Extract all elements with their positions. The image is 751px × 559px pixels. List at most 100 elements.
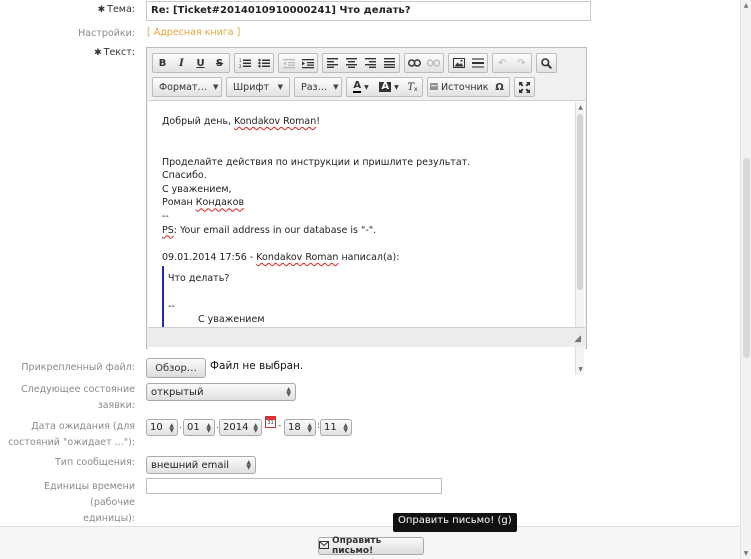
quote-regards-line: С уважением	[198, 314, 265, 326]
text-style-group: B I U S	[152, 53, 230, 73]
select-arrows-icon: ▲ ▼	[169, 421, 174, 434]
hour-select[interactable]: 18 ▲ ▼	[284, 419, 316, 436]
format-combo[interactable]: Формат… ▼	[152, 77, 222, 97]
list-group: 12	[234, 53, 274, 73]
chevron-down-icon: ▼	[277, 83, 283, 91]
color-group: A ▼ A ▼ Tx	[346, 77, 423, 97]
no-file-text: Файл не выбран.	[210, 360, 304, 372]
minute-select[interactable]: 11 ▲ ▼	[320, 419, 352, 436]
page-scroll-thumb[interactable]	[743, 158, 750, 358]
required-star-icon: ✱	[94, 48, 102, 58]
scroll-down-icon[interactable]: ▼	[741, 550, 751, 557]
signature-dash-line: --	[162, 210, 169, 222]
align-center-icon[interactable]	[342, 54, 361, 72]
greeting-line: Добрый день, Kondakov Roman!	[162, 116, 321, 127]
select-arrows-icon: ▲ ▼	[343, 421, 348, 434]
outdent-icon[interactable]	[279, 54, 298, 72]
source-button-label: Источник	[441, 81, 489, 93]
next-state-select[interactable]: открытый ▲ ▼	[146, 383, 296, 401]
chevron-down-icon: ▼	[213, 83, 219, 91]
search-icon[interactable]	[537, 54, 556, 72]
horizontal-line-icon[interactable]	[468, 54, 487, 72]
size-combo[interactable]: Раз… ▼	[294, 77, 342, 97]
align-justify-icon[interactable]	[380, 54, 399, 72]
svg-text:2: 2	[239, 64, 242, 69]
message-type-select[interactable]: внешний email ▲ ▼	[146, 456, 256, 474]
pending-date-label: Дата ожидания (для состояний "ожидает ...…	[8, 421, 135, 448]
address-book-link[interactable]: [ Адресная книга ]	[147, 27, 240, 38]
editor-scroll-thumb[interactable]	[577, 114, 583, 290]
month-value: 01	[187, 422, 200, 433]
bold-icon[interactable]: B	[153, 54, 172, 72]
scroll-up-icon[interactable]: ▲	[741, 2, 751, 9]
next-state-label: Следующее состояние заявки:	[21, 384, 135, 411]
message-type-label: Тип сообщения:	[54, 457, 135, 468]
hour-value: 18	[288, 422, 301, 433]
maximize-group	[514, 77, 535, 97]
background-color-icon[interactable]: A ▼	[375, 78, 403, 96]
toolbar-row-1: B I U S 12 ↶ ↷	[152, 53, 557, 73]
month-select[interactable]: 01 ▲ ▼	[183, 419, 215, 436]
numbered-list-icon[interactable]: 12	[235, 54, 254, 72]
day-value: 10	[150, 422, 163, 433]
time-units-label: Единицы времени (рабочие единицы):	[44, 481, 135, 524]
instructions-line: Проделайте действия по инструкции и приш…	[162, 156, 471, 168]
special-char-icon[interactable]: Ω	[490, 78, 509, 96]
bulleted-list-icon[interactable]	[254, 54, 273, 72]
font-combo-label: Шрифт	[233, 81, 270, 93]
font-combo[interactable]: Шрифт ▼	[226, 77, 290, 97]
strikethrough-icon[interactable]: S	[210, 54, 229, 72]
source-button[interactable]: ▤ Источник	[428, 78, 490, 96]
redo-icon[interactable]: ↷	[512, 54, 531, 72]
tools-group: ▤ Источник Ω	[427, 77, 510, 97]
history-group: ↶ ↷	[492, 53, 532, 73]
align-right-icon[interactable]	[361, 54, 380, 72]
browse-button[interactable]: Обзор…	[146, 358, 206, 378]
underline-icon[interactable]: U	[191, 54, 210, 72]
attachment-label: Прикрепленный файл:	[21, 362, 135, 373]
year-value: 2014	[223, 422, 249, 433]
year-select[interactable]: 2014 ▲ ▼	[219, 419, 262, 436]
italic-icon[interactable]: I	[172, 54, 191, 72]
subject-input[interactable]: Re: [Ticket#2014010910000241] Что делать…	[146, 1, 591, 21]
date-time-separator: -	[278, 421, 282, 431]
editor-status-bar: ◢	[148, 327, 585, 347]
time-units-input[interactable]	[146, 478, 442, 494]
signature-name-line: Роман Кондаков	[162, 197, 245, 209]
text-label: ✱ Текст:	[94, 47, 135, 58]
indent-group	[278, 53, 318, 73]
select-arrows-icon: ▲ ▼	[246, 459, 251, 471]
select-arrows-icon: ▲ ▼	[307, 421, 312, 434]
remove-format-icon[interactable]: Tx	[403, 78, 422, 96]
day-select[interactable]: 10 ▲ ▼	[146, 419, 178, 436]
link-icon[interactable]	[405, 54, 424, 72]
minute-value: 11	[324, 422, 337, 433]
link-group	[404, 53, 444, 73]
required-star-icon: ✱	[97, 5, 106, 15]
unlink-icon[interactable]	[424, 54, 443, 72]
quote-dash-line: --	[168, 300, 175, 312]
message-type-value: внешний email	[151, 459, 230, 471]
image-icon[interactable]	[449, 54, 468, 72]
text-color-icon[interactable]: A ▼	[347, 78, 375, 96]
settings-label: Настройки:	[78, 28, 135, 39]
indent-icon[interactable]	[298, 54, 317, 72]
align-left-icon[interactable]	[323, 54, 342, 72]
page-scrollbar[interactable]: ▲ ▼	[740, 0, 751, 559]
scroll-up-icon[interactable]: ▲	[576, 104, 585, 111]
undo-icon[interactable]: ↶	[493, 54, 512, 72]
date-separator: .	[179, 421, 182, 431]
send-button-tooltip: Оправить письмо! (g)	[393, 513, 517, 532]
select-arrows-icon: ▲ ▼	[286, 386, 291, 398]
thanks-line: Спасибо.	[162, 170, 207, 182]
format-combo-label: Формат…	[159, 81, 208, 93]
scroll-down-icon[interactable]: ▼	[576, 366, 585, 373]
calendar-icon[interactable]: 31	[265, 416, 276, 428]
regards-line: С уважением,	[162, 183, 232, 195]
resize-handle-icon[interactable]: ◢	[574, 334, 581, 344]
insert-group	[448, 53, 488, 73]
toolbar-row-2: Формат… ▼ Шрифт ▼ Раз… ▼ A ▼ A ▼ Tx ▤ Источник…	[152, 77, 535, 97]
maximize-icon[interactable]	[515, 78, 534, 96]
send-button[interactable]: Оправить письмо!	[318, 536, 424, 556]
quoted-message: Что делать? -- С уважением	[162, 266, 572, 327]
